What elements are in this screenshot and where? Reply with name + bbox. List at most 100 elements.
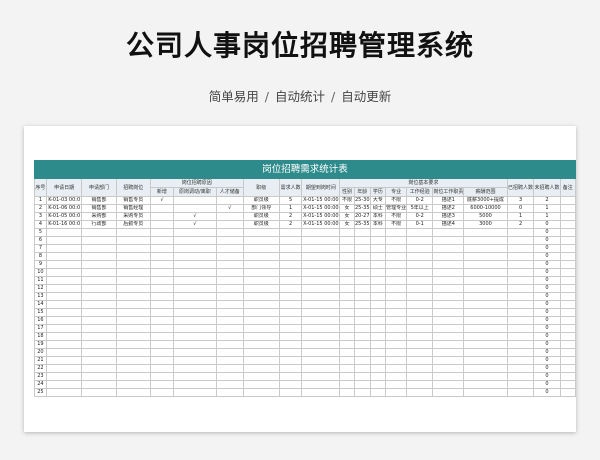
empty-cell (385, 276, 408, 285)
cell-salary: 底薪3000+提成 (463, 196, 508, 205)
empty-cell (215, 356, 244, 365)
empty-cell (369, 252, 387, 261)
empty-cell (463, 356, 508, 365)
empty-cell (432, 268, 465, 277)
table-row: 70 (34, 244, 576, 253)
cell-count: 5 (278, 196, 303, 205)
empty-cell (115, 356, 151, 365)
cell-major: 管理专业 (385, 204, 408, 213)
empty-cell (353, 324, 371, 333)
header-rank: 职级 (242, 178, 280, 197)
empty-cell (149, 308, 175, 317)
empty-cell (506, 260, 535, 269)
empty-cell (463, 348, 508, 357)
empty-cell (559, 244, 576, 253)
empty-cell (559, 308, 576, 317)
cell-transfer: √ (173, 212, 217, 221)
empty-cell (463, 292, 508, 301)
table-row: 60 (34, 236, 576, 245)
empty-cell (369, 300, 387, 309)
cell-pending: 0 (533, 332, 561, 341)
empty-cell (339, 308, 355, 317)
empty-cell (301, 252, 341, 261)
empty-cell (149, 228, 175, 237)
empty-cell (369, 316, 387, 325)
empty-cell (506, 340, 535, 349)
cell-transfer (173, 196, 217, 205)
empty-cell (301, 356, 341, 365)
empty-cell (353, 276, 371, 285)
cell-rank: 职员级 (242, 220, 280, 229)
empty-cell (406, 268, 434, 277)
cell-seq: 24 (34, 380, 47, 389)
cell-remarks (559, 196, 576, 205)
empty-cell (339, 372, 355, 381)
cell-pending: 0 (533, 276, 561, 285)
cell-dept: 采购部 (81, 212, 117, 221)
cell-seq: 4 (34, 220, 47, 229)
cell-age: 25-35 (353, 220, 371, 229)
empty-cell (173, 364, 217, 373)
empty-cell (115, 324, 151, 333)
header-education: 学历 (369, 187, 387, 197)
empty-cell (278, 348, 303, 357)
empty-cell (506, 324, 535, 333)
empty-cell (81, 348, 117, 357)
table-row: 10 0 (34, 268, 576, 277)
empty-cell (339, 292, 355, 301)
empty-cell (406, 316, 434, 325)
cell-remarks (559, 220, 576, 229)
empty-cell (149, 356, 175, 365)
subtitle: 简单易用 / 自动统计 / 自动更新 (0, 86, 600, 105)
cell-seq: 12 (34, 284, 47, 293)
empty-cell (173, 300, 217, 309)
table-row: 4 K-01-16 00:0 行政部 后勤专员 √ 职员级 2 X-01-15 00:00 女 2… (34, 220, 576, 229)
table-row: 20 0 (34, 348, 576, 357)
empty-cell (339, 380, 355, 389)
empty-cell (149, 276, 175, 285)
cell-new (149, 220, 175, 229)
empty-cell (339, 332, 355, 341)
empty-cell (242, 340, 280, 349)
empty-cell (278, 292, 303, 301)
cell-gender: 女 (339, 212, 355, 221)
empty-cell (463, 284, 508, 293)
cell-pending: 0 (533, 252, 561, 261)
cell-seq: 2 (34, 204, 47, 213)
empty-cell (173, 252, 217, 261)
cell-exp: 0-1 (406, 220, 434, 229)
empty-cell (463, 244, 508, 253)
table-row: 2 K-01-06 00:0 销售部 销售经理 √ 部门领导 1 X-01-15 00:00 女… (34, 204, 576, 213)
subtitle-easy: 简单易用 (208, 89, 259, 104)
empty-cell (301, 332, 341, 341)
cell-edu: 大专 (369, 196, 387, 205)
cell-seq: 9 (34, 260, 47, 269)
empty-cell (385, 308, 408, 317)
header-arrival: 期望到岗时间 (301, 178, 341, 197)
empty-cell (215, 348, 244, 357)
empty-cell (278, 316, 303, 325)
cell-salary: 3000 (463, 220, 508, 229)
empty-cell (339, 316, 355, 325)
empty-cell (369, 380, 387, 389)
empty-cell (506, 300, 535, 309)
empty-cell (353, 332, 371, 341)
empty-cell (242, 308, 280, 317)
empty-cell (559, 348, 576, 357)
empty-cell (406, 372, 434, 381)
empty-cell (45, 308, 83, 317)
subtitle-separator: / (331, 89, 336, 104)
cell-age: 20-27 (353, 212, 371, 221)
empty-cell (242, 284, 280, 293)
empty-cell (353, 380, 371, 389)
page-title: 公司人事岗位招聘管理系统 (125, 29, 474, 62)
empty-cell (278, 252, 303, 261)
empty-cell (369, 340, 387, 349)
empty-cell (385, 372, 408, 381)
empty-cell (385, 316, 408, 325)
empty-cell (506, 380, 535, 389)
empty-cell (406, 388, 434, 397)
table-row: 13 0 (34, 292, 576, 301)
empty-cell (242, 244, 280, 253)
empty-cell (369, 276, 387, 285)
